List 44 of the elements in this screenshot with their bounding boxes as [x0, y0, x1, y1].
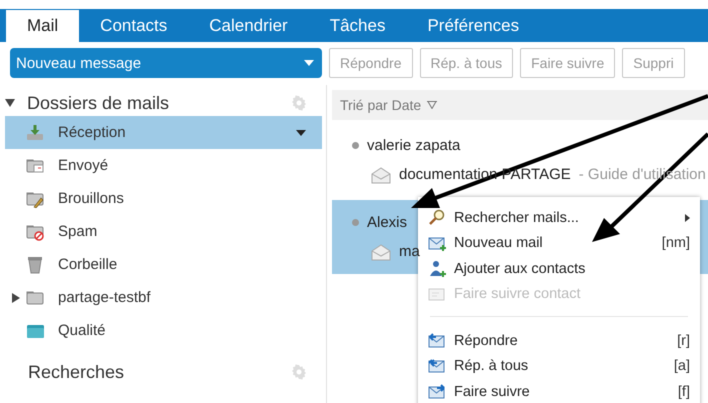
folder-icon — [26, 288, 45, 306]
tab[interactable]: Contacts — [79, 9, 188, 42]
menu-item[interactable]: Rép. à tous [a] — [418, 354, 700, 379]
folder-item[interactable]: Corbeille — [5, 248, 322, 281]
menu-item[interactable]: Faire suivre [f] — [418, 379, 700, 403]
section-title: Dossiers de mails — [27, 92, 170, 114]
folder-item[interactable]: partage-testbf — [5, 281, 322, 314]
envelope-icon — [371, 166, 391, 184]
tab[interactable]: Préférences — [406, 9, 540, 42]
trash-icon — [26, 256, 45, 274]
tab[interactable]: Mail — [6, 10, 80, 42]
sort-label[interactable]: Trié par Date — [340, 97, 422, 113]
reply-all-envelope-icon — [428, 357, 447, 376]
subject-text: ma — [399, 243, 420, 260]
tab[interactable]: Tâches — [308, 9, 406, 42]
status-dot — [352, 218, 359, 226]
sort-icon[interactable] — [427, 101, 438, 109]
menu-item[interactable]: Rechercher mails... — [418, 205, 700, 230]
folder-item[interactable]: Envoyé — [5, 149, 322, 182]
menu-item[interactable]: Ajouter aux contacts — [418, 256, 700, 282]
sender-name: Alexis — [367, 214, 408, 230]
menu-item[interactable]: Répondre [r] — [418, 328, 700, 354]
folder-item[interactable]: Brouillons — [5, 182, 322, 215]
status-dot — [352, 142, 359, 148]
search-icon — [428, 208, 447, 227]
person-plus-icon — [428, 260, 447, 278]
expand-arrow-icon[interactable] — [11, 292, 21, 302]
download-tray-icon — [26, 124, 45, 142]
collapse-arrow-icon[interactable] — [5, 98, 15, 108]
sender-name: valerie zapata — [367, 136, 460, 154]
folder-pencil-icon — [26, 190, 45, 208]
folder-item[interactable]: Qualité — [5, 314, 322, 347]
new-message-dropdown[interactable]: Nouveau message — [10, 48, 322, 78]
caret-icon[interactable] — [296, 130, 306, 136]
envelope-icon — [371, 242, 391, 260]
tab[interactable]: Calendrier — [188, 9, 309, 42]
folder-item[interactable]: Réception — [5, 116, 322, 149]
folder-blocked-icon — [26, 222, 45, 240]
folder-item[interactable]: Spam — [5, 215, 322, 248]
section-title: Recherches — [28, 362, 126, 382]
reply-envelope-icon — [428, 332, 447, 350]
folder-envelope-icon — [26, 156, 45, 174]
forward-envelope-icon — [428, 382, 447, 401]
caret-icon — [304, 60, 314, 66]
